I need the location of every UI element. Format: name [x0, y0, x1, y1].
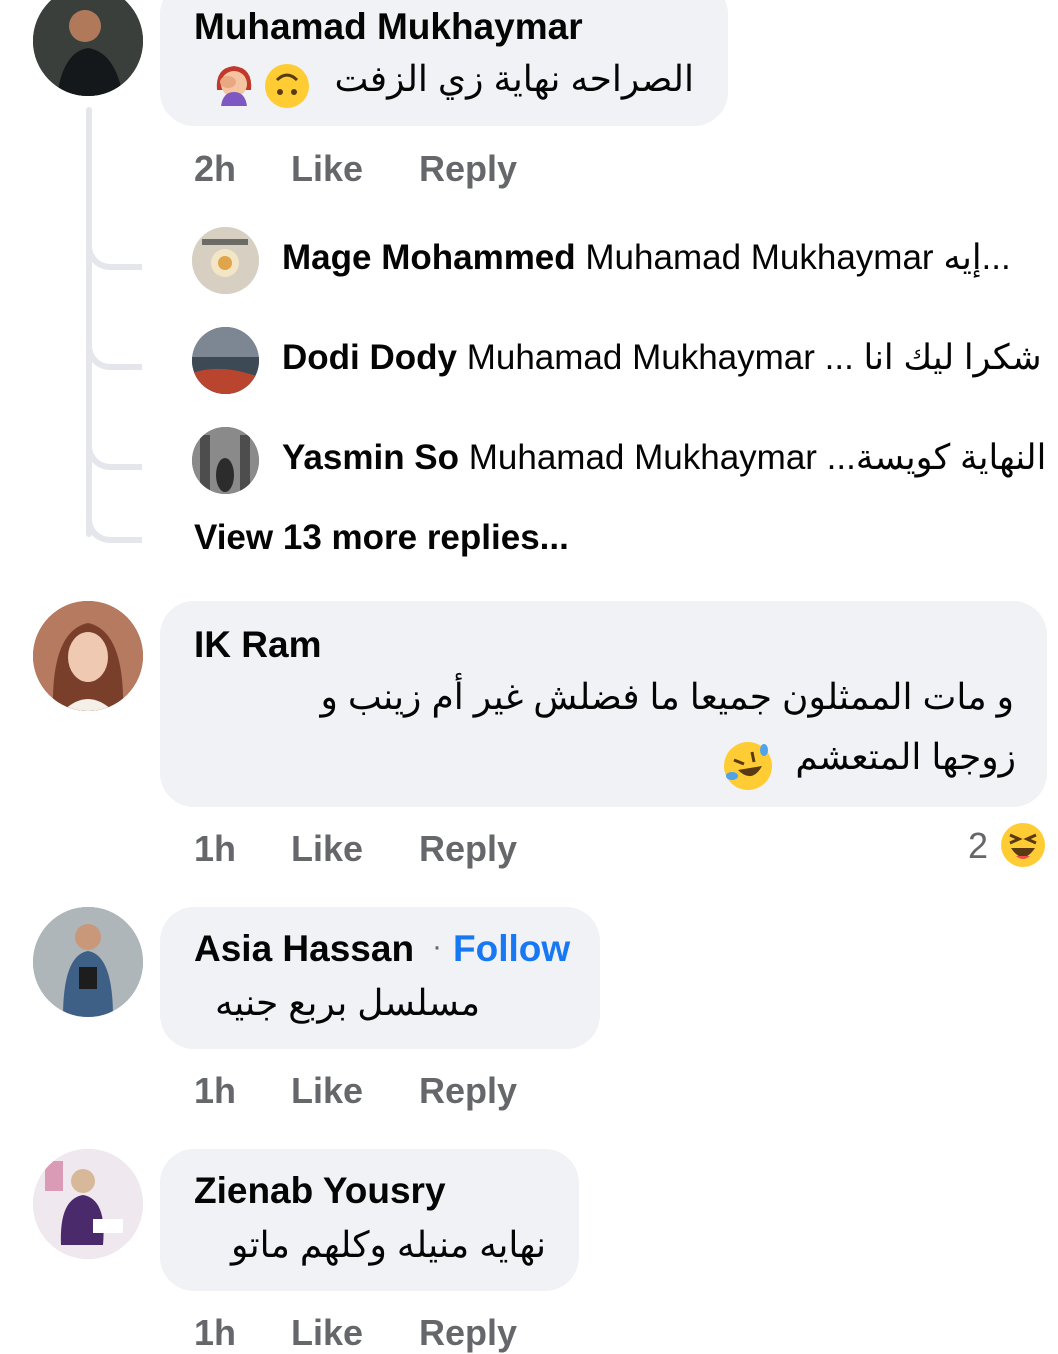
- reply-author[interactable]: Mage Mohammed: [282, 238, 585, 277]
- thread-branch: [86, 432, 142, 470]
- reply-row[interactable]: Yasmin So Muhamad Mukhaymar ...النهاية ك…: [282, 438, 1052, 486]
- comment-text-line: زوجها المتعشم: [795, 736, 1016, 777]
- comment-author[interactable]: Asia Hassan: [194, 928, 414, 970]
- thread-branch: [86, 505, 142, 543]
- comment-timestamp: 1h: [194, 1070, 237, 1111]
- reply-author[interactable]: Dodi Dody: [282, 338, 467, 377]
- reply-button[interactable]: Reply: [419, 828, 517, 870]
- avatar[interactable]: [33, 907, 143, 1017]
- follow-button[interactable]: Follow: [453, 928, 570, 970]
- comment-timestamp: 1h: [194, 1312, 237, 1353]
- avatar[interactable]: [192, 327, 259, 394]
- separator-dot: ·: [432, 930, 442, 963]
- reaction-count: 2: [968, 825, 989, 866]
- avatar[interactable]: [33, 1149, 143, 1259]
- rolling-laughing-icon: [722, 740, 774, 792]
- reply-preview: Muhamad Mukhaymar ... شكرا ليك انا: [466, 338, 1042, 377]
- like-button[interactable]: Like: [291, 148, 363, 190]
- facepalm-woman-icon: [211, 60, 257, 106]
- reply-preview: Muhamad Mukhaymar إيه...: [585, 238, 1011, 277]
- reply-row[interactable]: Mage Mohammed Muhamad Mukhaymar إيه...: [282, 238, 1052, 286]
- like-button[interactable]: Like: [291, 1312, 363, 1354]
- thread-line: [86, 107, 92, 537]
- comment-text-row: زوجها المتعشم: [720, 736, 1016, 792]
- comment-text-row: الصراحه نهاية زي الزفت: [205, 58, 700, 112]
- comment-author[interactable]: Zienab Yousry: [194, 1170, 446, 1212]
- avatar[interactable]: [192, 427, 259, 494]
- comment-text: نهايه منيله وكلهم ماتو: [231, 1224, 546, 1265]
- comment-timestamp: 1h: [194, 828, 237, 869]
- laughing-squint-icon: [1000, 822, 1046, 868]
- like-button[interactable]: Like: [291, 1070, 363, 1112]
- reply-row[interactable]: Dodi Dody Muhamad Mukhaymar ... شكرا ليك…: [282, 338, 1052, 386]
- avatar[interactable]: [33, 601, 143, 711]
- comment-text: الصراحه نهاية زي الزفت: [334, 58, 694, 99]
- reply-button[interactable]: Reply: [419, 1070, 517, 1112]
- avatar[interactable]: [192, 227, 259, 294]
- comment-text-line: و مات الممثلون جميعا ما فضلش غير أم زينب…: [320, 676, 1014, 717]
- reply-button[interactable]: Reply: [419, 148, 517, 190]
- reply-button[interactable]: Reply: [419, 1312, 517, 1354]
- comment-author[interactable]: IK Ram: [194, 624, 321, 666]
- comment-header: Asia Hassan · Follow: [194, 928, 594, 974]
- view-more-replies-link[interactable]: View 13 more replies...: [194, 518, 569, 558]
- like-button[interactable]: Like: [291, 828, 363, 870]
- reaction-summary[interactable]: 2: [962, 820, 1052, 872]
- reply-preview: Muhamad Mukhaymar ...النهاية كويسة: [468, 438, 1047, 477]
- comment-timestamp: 2h: [194, 148, 237, 189]
- reply-author[interactable]: Yasmin So: [282, 438, 469, 477]
- comment-text: مسلسل بربع جنيه: [214, 982, 480, 1023]
- thread-branch: [86, 332, 142, 370]
- upside-down-face-icon: [263, 62, 311, 110]
- avatar[interactable]: [33, 0, 143, 96]
- comment-author[interactable]: Muhamad Mukhaymar: [194, 6, 583, 48]
- thread-branch: [86, 232, 142, 270]
